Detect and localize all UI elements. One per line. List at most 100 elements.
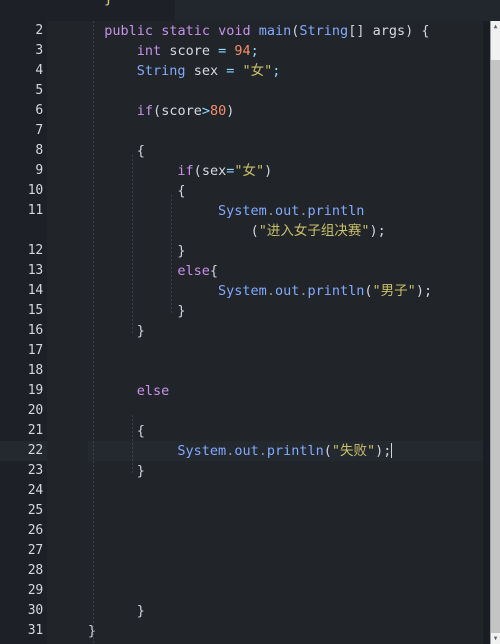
- line-number-11[interactable]: 11: [0, 201, 47, 221]
- code-token: }: [136, 463, 145, 479]
- code-token: out: [274, 283, 300, 299]
- line-number-5[interactable]: 5: [0, 81, 47, 101]
- line-number-6[interactable]: 6: [0, 101, 47, 121]
- code-line[interactable]: [88, 401, 490, 421]
- line-number-label: 22: [27, 443, 43, 458]
- code-line[interactable]: else{: [88, 261, 490, 281]
- code-line[interactable]: {: [88, 181, 490, 201]
- code-line[interactable]: int score = 94;: [88, 41, 490, 61]
- code-token: }: [136, 603, 145, 619]
- code-line[interactable]: else: [88, 381, 490, 401]
- code-line[interactable]: if(sex="女"): [88, 161, 490, 181]
- code-line[interactable]: [88, 81, 490, 101]
- code-line[interactable]: {: [88, 421, 490, 441]
- scrollbar-up-arrow-icon[interactable]: ▲: [491, 21, 500, 32]
- line-number-26[interactable]: 26: [0, 521, 47, 541]
- line-number-4[interactable]: 4: [0, 61, 47, 81]
- line-number-gutter[interactable]: 2▾345678▾910▾111213▾1415161718192021▾222…: [0, 21, 56, 644]
- scrollbar-thumb[interactable]: [491, 32, 500, 60]
- line-number-10[interactable]: 10▾: [0, 181, 56, 201]
- code-line[interactable]: String sex = "女";: [88, 61, 490, 81]
- line-number-9[interactable]: 9: [0, 161, 47, 181]
- code-line[interactable]: [88, 501, 490, 521]
- line-number-24[interactable]: 24: [0, 481, 47, 501]
- code-line[interactable]: [88, 521, 490, 541]
- code-line[interactable]: [88, 581, 490, 601]
- line-number-label: 2: [35, 23, 43, 38]
- code-line[interactable]: }: [88, 321, 490, 341]
- code-token: {: [209, 263, 219, 279]
- line-number-21[interactable]: 21▾: [0, 421, 56, 441]
- code-line[interactable]: }: [88, 461, 490, 481]
- line-number-22[interactable]: 22: [0, 441, 47, 461]
- vertical-scrollbar[interactable]: ▲ ▼: [490, 21, 500, 644]
- line-number-13[interactable]: 13▾: [0, 261, 56, 281]
- code-line-wrapped[interactable]: ("进入女子组决赛");: [88, 221, 490, 241]
- line-number-27[interactable]: 27: [0, 541, 47, 561]
- line-number-7[interactable]: 7: [0, 121, 47, 141]
- scrollbar-down-arrow-icon[interactable]: ▼: [491, 633, 500, 644]
- code-line[interactable]: System.out.println: [88, 201, 490, 221]
- code-line[interactable]: }: [88, 241, 490, 261]
- line-number-wrap[interactable]: [0, 221, 47, 241]
- line-number-31[interactable]: 31: [0, 621, 47, 641]
- code-line[interactable]: [88, 481, 490, 501]
- line-number-25[interactable]: 25: [0, 501, 47, 521]
- code-line[interactable]: }: [88, 301, 490, 321]
- code-token: "失败": [331, 443, 376, 459]
- code-line[interactable]: System.out.println("失败");: [88, 441, 490, 461]
- line-number-16[interactable]: 16: [0, 321, 47, 341]
- line-number-20[interactable]: 20: [0, 401, 47, 421]
- line-number-23[interactable]: 23: [0, 461, 47, 481]
- line-number-2[interactable]: 2▾: [0, 21, 55, 41]
- line-number-30[interactable]: 30: [0, 601, 47, 621]
- code-token: .: [258, 443, 267, 459]
- line-number-29[interactable]: 29: [0, 581, 47, 601]
- code-line[interactable]: [88, 541, 490, 561]
- line-number-8[interactable]: 8▾: [0, 141, 55, 161]
- line-number-label: 28: [27, 563, 43, 578]
- code-token: sex: [193, 63, 219, 79]
- code-line[interactable]: [88, 341, 490, 361]
- line-number-19[interactable]: 19: [0, 381, 47, 401]
- code-content-area[interactable]: public static void main(String[] args) {…: [88, 21, 490, 644]
- code-token: []: [348, 23, 373, 39]
- line-number-17[interactable]: 17: [0, 341, 47, 361]
- line-number-label: 16: [27, 323, 43, 338]
- line-number-3[interactable]: 3: [0, 41, 47, 61]
- code-line[interactable]: }: [88, 601, 490, 621]
- code-line[interactable]: {: [88, 141, 490, 161]
- code-line[interactable]: }: [88, 621, 490, 641]
- line-number-18[interactable]: 18: [0, 361, 47, 381]
- code-token: score: [169, 43, 210, 59]
- code-line[interactable]: System.out.println("男子");: [88, 281, 490, 301]
- line-number-14[interactable]: 14: [0, 281, 47, 301]
- line-number-28[interactable]: 28: [0, 561, 47, 581]
- clipped-line-1-glyph: }: [104, 0, 113, 6]
- code-token: if: [177, 163, 194, 179]
- line-number-label: 3: [35, 43, 43, 58]
- line-number-12[interactable]: 12: [0, 241, 47, 261]
- code-token: (: [250, 223, 259, 239]
- code-line[interactable]: public static void main(String[] args) {: [88, 21, 490, 41]
- code-line[interactable]: [88, 361, 490, 381]
- line-number-label: 5: [35, 83, 43, 98]
- code-line[interactable]: if(score>80): [88, 101, 490, 121]
- code-line[interactable]: [88, 121, 490, 141]
- code-token: );: [415, 283, 433, 299]
- code-line[interactable]: [88, 561, 490, 581]
- line-number-label: 9: [35, 163, 43, 178]
- line-number-label: 21: [27, 423, 43, 438]
- line-number-15[interactable]: 15: [0, 301, 47, 321]
- line-number-label: 7: [35, 123, 43, 138]
